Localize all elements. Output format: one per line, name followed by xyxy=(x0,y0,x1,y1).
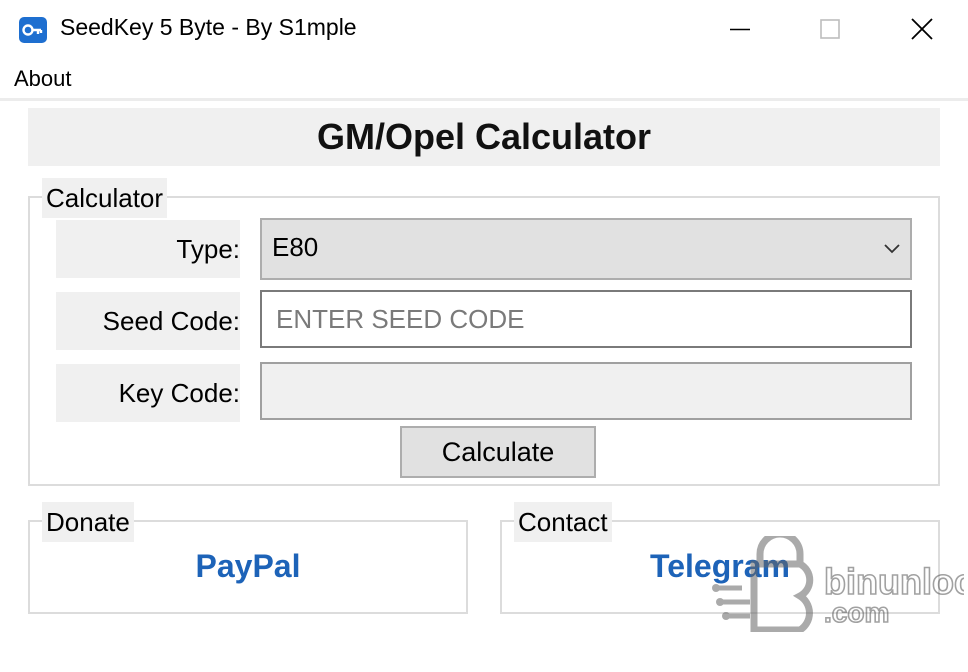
menu-bar: About xyxy=(0,58,968,101)
key-code-label: Key Code: xyxy=(56,364,240,422)
svg-text:binunlock: binunlock xyxy=(824,561,964,602)
chevron-down-icon xyxy=(884,244,900,254)
key-icon xyxy=(18,16,48,44)
maximize-button[interactable] xyxy=(784,0,876,58)
contact-group-label: Contact xyxy=(514,502,612,542)
seed-code-input[interactable] xyxy=(260,290,912,348)
minimize-button[interactable] xyxy=(694,0,786,58)
watermark-logo: binunlock .com xyxy=(712,530,968,634)
page-title: GM/Opel Calculator xyxy=(316,116,652,157)
paypal-link[interactable]: PayPal xyxy=(28,548,468,585)
close-icon xyxy=(911,18,933,40)
seed-code-label: Seed Code: xyxy=(56,292,240,350)
menu-item-about[interactable]: About xyxy=(14,66,72,92)
donate-group-label: Donate xyxy=(42,502,134,542)
type-dropdown[interactable]: E80 xyxy=(260,218,912,280)
heading-panel: GM/Opel Calculator xyxy=(28,108,940,166)
close-button[interactable] xyxy=(876,0,968,58)
title-bar[interactable]: SeedKey 5 Byte - By S1mple xyxy=(0,0,968,58)
window-title: SeedKey 5 Byte - By S1mple xyxy=(60,14,357,40)
key-code-field[interactable] xyxy=(260,362,912,420)
minimize-icon xyxy=(730,28,750,31)
maximize-icon xyxy=(820,19,840,39)
calculate-button[interactable]: Calculate xyxy=(400,426,596,478)
svg-text:.com: .com xyxy=(824,597,889,628)
type-label: Type: xyxy=(56,220,240,278)
calculator-group-label: Calculator xyxy=(42,178,168,218)
type-dropdown-value: E80 xyxy=(272,232,319,262)
